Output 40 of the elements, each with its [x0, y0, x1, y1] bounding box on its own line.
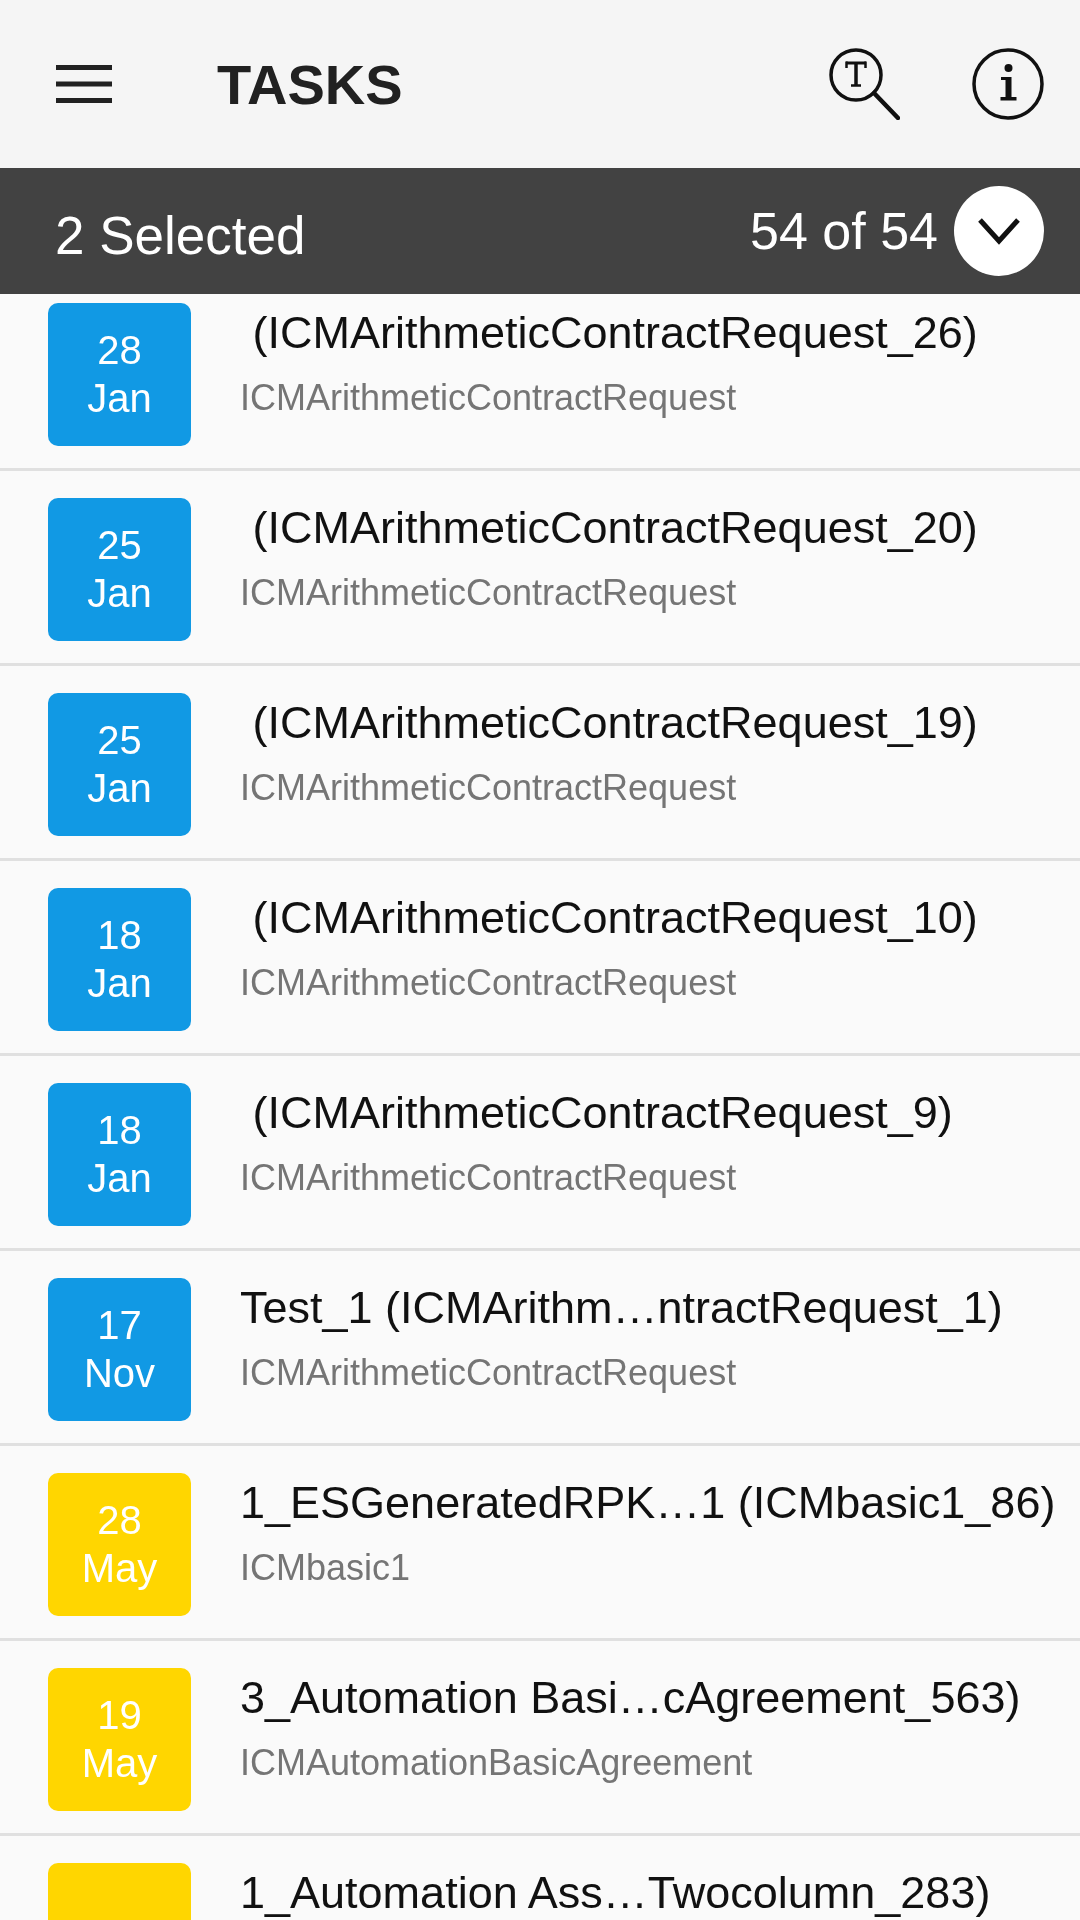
date-month: May: [81, 1740, 158, 1787]
task-title: 1_ESGeneratedRPK…1 (ICMbasic1_86): [240, 1481, 1056, 1525]
date-month: May: [81, 1545, 158, 1592]
date-month: Jan: [87, 375, 152, 422]
task-title: (ICMArithmeticContractRequest_10): [251, 896, 978, 940]
task-title: (ICMArithmeticContractRequest_26): [251, 311, 978, 355]
item-count-label: 54 of 54: [750, 201, 938, 261]
task-title: 1_Automation Ass…Twocolumn_283): [240, 1871, 991, 1915]
date-month: Nov: [83, 1350, 156, 1397]
info-icon[interactable]: [972, 48, 1044, 120]
date-day: 17: [97, 1301, 142, 1349]
task-title: (ICMArithmeticContractRequest_9): [251, 1091, 953, 1135]
chevron-down-icon: [977, 217, 1021, 245]
task-title: (ICMArithmeticContractRequest_19): [251, 701, 978, 745]
date-day: 18: [97, 1106, 142, 1154]
menu-icon[interactable]: [56, 65, 112, 103]
date-month: Jan: [87, 570, 152, 617]
date-day: 25: [97, 521, 142, 569]
task-title: Test_1 (ICMArithm…ntractRequest_1): [240, 1286, 1003, 1330]
task-title: 3_Automation Basi…cAgreement_563): [240, 1676, 1021, 1720]
task-type: ICMArithmeticContractRequest: [240, 961, 737, 1004]
date-day: 19: [97, 1691, 142, 1739]
date-day: 25: [97, 716, 142, 764]
date-day: 28: [97, 1496, 142, 1544]
app-title: TASKS: [217, 51, 403, 117]
date-month: Jan: [87, 1155, 152, 1202]
task-type: ICMArithmeticContractRequest: [240, 1156, 737, 1199]
selected-count-label: 2 Selected: [55, 204, 306, 266]
task-type: ICMArithmeticContractRequest: [240, 376, 737, 419]
text-search-icon[interactable]: [828, 48, 900, 120]
task-type: ICMArithmeticContractRequest: [240, 571, 737, 614]
date-day: 18: [97, 911, 142, 959]
date-day: 28: [97, 326, 142, 374]
task-type: ICMAutomationBasicAgreement: [240, 1741, 753, 1784]
date-month: Jan: [87, 765, 152, 812]
task-type: ICMArithmeticContractRequest: [240, 766, 737, 809]
task-type: ICMbasic1: [240, 1546, 411, 1589]
task-title: (ICMArithmeticContractRequest_20): [251, 506, 978, 550]
date-month: Jan: [87, 960, 152, 1007]
task-type: ICMArithmeticContractRequest: [240, 1351, 737, 1394]
